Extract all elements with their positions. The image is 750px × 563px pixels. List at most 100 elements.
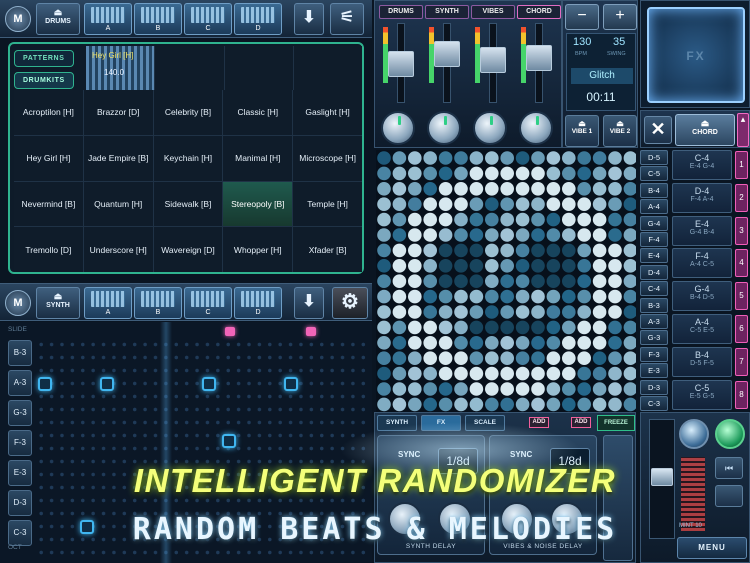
pattern-slot[interactable] [293, 46, 362, 90]
drums-fader[interactable] [388, 51, 414, 77]
note-row-label[interactable]: B-3 [8, 340, 32, 366]
drums-mute-button[interactable]: M [5, 6, 31, 32]
step-on[interactable] [38, 377, 52, 391]
drumkit-item[interactable]: Whopper [H] [223, 227, 293, 272]
note-key-button[interactable]: D-5 [640, 150, 668, 165]
fx-xy-pad[interactable]: FX [640, 0, 750, 108]
synth-select-button[interactable]: ⏏ SYNTH [36, 287, 80, 319]
chord-cell[interactable]: B-4 D-5 F-5 [672, 346, 732, 377]
mixer-channel-chord[interactable]: CHORD [517, 5, 561, 19]
chord-number-button[interactable]: 1 [735, 151, 748, 179]
drumkit-item[interactable]: Keychain [H] [153, 135, 223, 181]
drumkit-item[interactable]: Stereopoly [B] [223, 181, 293, 227]
pattern-slot-selected[interactable]: Hey Girl [H] 140.0 [86, 46, 155, 90]
freeze-button[interactable]: FREEZE [597, 415, 635, 431]
synth-pan-knob[interactable] [427, 111, 461, 145]
drum-pattern-c[interactable]: C [184, 3, 232, 35]
chord-cell[interactable]: G-4 B-4 D-5 [672, 281, 732, 312]
step-on[interactable] [222, 434, 236, 448]
step-on[interactable] [284, 377, 298, 391]
note-row-label[interactable]: A-3 [8, 370, 32, 396]
chord-cell[interactable]: A-4 C-5 E-5 [672, 314, 732, 344]
tab-scale[interactable]: SCALE [465, 415, 505, 431]
drum-mixer-settings-icon[interactable]: ⚟ [330, 3, 364, 35]
step-on[interactable] [202, 377, 216, 391]
drumkit-item[interactable]: Celebrity [B] [153, 90, 223, 135]
tab-patterns[interactable]: PATTERNS [14, 50, 74, 67]
note-key-button[interactable]: C-4 [640, 281, 668, 297]
synth-pattern-d[interactable]: D [234, 287, 282, 319]
tab-fx[interactable]: FX [421, 415, 461, 431]
pattern-slot[interactable] [224, 46, 293, 90]
slide-marker[interactable] [306, 327, 316, 336]
play-button[interactable] [679, 419, 709, 449]
note-key-button[interactable]: D-3 [640, 379, 668, 395]
note-key-button[interactable]: C-3 [640, 396, 668, 411]
note-key-button[interactable]: B-4 [640, 182, 668, 198]
gear-icon[interactable]: ⚙ [332, 287, 368, 319]
tab-synth-fx[interactable]: SYNTH [377, 415, 417, 431]
chord-number-button[interactable]: 4 [735, 249, 748, 278]
synth-pattern-c[interactable]: C [184, 287, 232, 319]
synth-arrow-down-icon[interactable]: ⬇ [294, 287, 324, 319]
drumkit-item[interactable]: Acroptilon [H] [14, 90, 83, 135]
step-on[interactable] [100, 377, 114, 391]
note-key-button[interactable]: F-4 [640, 232, 668, 247]
note-row-label[interactable]: F-3 [8, 430, 32, 456]
note-key-button[interactable]: G-3 [640, 330, 668, 346]
slide-marker[interactable] [225, 327, 235, 336]
add-button-2[interactable]: ADD [571, 417, 591, 428]
led-matrix[interactable] [376, 150, 636, 412]
chord-pan-knob[interactable] [519, 111, 553, 145]
fx-pad-surface[interactable]: FX [647, 7, 745, 103]
synth-pattern-b[interactable]: B [134, 287, 182, 319]
chord-cell[interactable]: F-4 A-4 C-5 [672, 248, 732, 279]
vibe1-button[interactable]: ⏏ VIBE 1 [565, 115, 599, 147]
minus-button[interactable]: − [565, 4, 599, 30]
chord-number-button[interactable]: 7 [735, 347, 748, 376]
close-icon[interactable]: ✕ [644, 116, 672, 144]
vibes-fader[interactable] [480, 47, 506, 73]
drumkit-item[interactable]: Underscore [H] [83, 227, 153, 272]
note-key-button[interactable]: G-4 [640, 215, 668, 231]
tab-drumkits[interactable]: DRUMKITS [14, 72, 74, 89]
chord-number-button[interactable]: 2 [735, 183, 748, 212]
drumkit-item[interactable]: Nevermind [B] [14, 181, 83, 227]
synth-fader[interactable] [434, 41, 460, 67]
note-key-button[interactable]: E-4 [640, 248, 668, 264]
note-key-button[interactable]: E-3 [640, 363, 668, 379]
chord-cell[interactable]: E-4 G-4 B-4 [672, 215, 732, 246]
drum-pattern-d[interactable]: D [234, 3, 282, 35]
add-button-1[interactable]: ADD [529, 417, 549, 428]
sync-label[interactable]: SYNC [510, 450, 532, 459]
drum-pattern-a[interactable]: A [84, 3, 132, 35]
plus-button[interactable]: + [603, 4, 637, 30]
note-key-button[interactable]: D-4 [640, 264, 668, 280]
note-key-button[interactable]: A-3 [640, 314, 668, 329]
mixer-channel-drums[interactable]: DRUMS [379, 5, 423, 19]
chord-select-button[interactable]: ⏏ CHORD [675, 114, 735, 146]
preset-name[interactable]: Glitch [571, 68, 633, 84]
drumkit-item[interactable]: Quantum [H] [83, 181, 153, 227]
mixer-channel-synth[interactable]: SYNTH [425, 5, 469, 19]
mixer-channel-vibes[interactable]: VIBES [471, 5, 515, 19]
drumkit-item[interactable]: Microscope [H] [293, 135, 362, 181]
drumkit-item[interactable]: Jade Empire [B] [83, 135, 153, 181]
drumkit-item[interactable]: Temple [H] [293, 181, 362, 227]
note-key-button[interactable]: F-3 [640, 346, 668, 362]
chord-cell[interactable]: C-4 E-4 G-4 [672, 150, 732, 180]
note-key-button[interactable]: C-5 [640, 166, 668, 182]
note-row-label[interactable]: G-3 [8, 400, 32, 426]
drum-arrow-down-icon[interactable]: ⬇ [294, 3, 324, 35]
drumkit-item[interactable]: Tremollo [D] [14, 227, 83, 272]
drumkit-item[interactable]: Hey Girl [H] [14, 135, 83, 181]
chord-fader[interactable] [526, 45, 552, 71]
chord-number-button[interactable]: 3 [735, 216, 748, 245]
synth-mute-button[interactable]: M [5, 290, 31, 316]
note-key-button[interactable]: A-4 [640, 199, 668, 215]
chord-cell[interactable]: C-5 E-5 G-5 [672, 379, 732, 410]
drumkit-item[interactable]: Sidewalk [B] [153, 181, 223, 227]
synth-pattern-a[interactable]: A [84, 287, 132, 319]
drums-pan-knob[interactable] [381, 111, 415, 145]
drumkit-item[interactable]: Classic [H] [223, 90, 293, 135]
